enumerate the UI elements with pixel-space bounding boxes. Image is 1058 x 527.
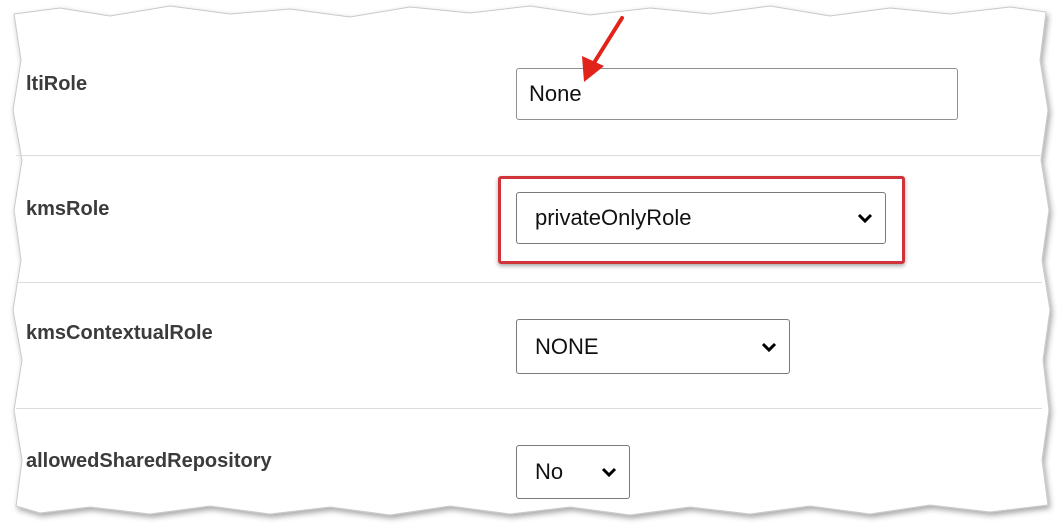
row-divider [16,282,1042,283]
kmscontextualrole-label: kmsContextualRole [26,322,213,344]
allowedsharedrepository-select[interactable]: No [516,445,630,499]
row-divider [16,408,1042,409]
kmscontextualrole-select[interactable]: NONE [516,319,790,374]
kmsrole-label: kmsRole [26,198,110,220]
ltirole-label: ltiRole [26,73,88,95]
kmsrole-selected-value: privateOnlyRole [535,205,692,230]
allowedsharedrepository-selected-value: No [535,459,564,484]
chevron-down-icon [601,467,617,478]
annotation-arrow-icon [582,16,624,82]
settings-form: ltiRole None kmsRole privateOnlyRole kms… [14,22,1044,502]
chevron-down-icon [857,213,873,224]
allowedsharedrepository-label: allowedSharedRepository [26,450,272,472]
chevron-down-icon [761,342,777,352]
row-divider [16,155,1042,156]
kmscontextualrole-selected-value: NONE [535,333,599,359]
kmsrole-select[interactable]: privateOnlyRole [516,192,886,244]
